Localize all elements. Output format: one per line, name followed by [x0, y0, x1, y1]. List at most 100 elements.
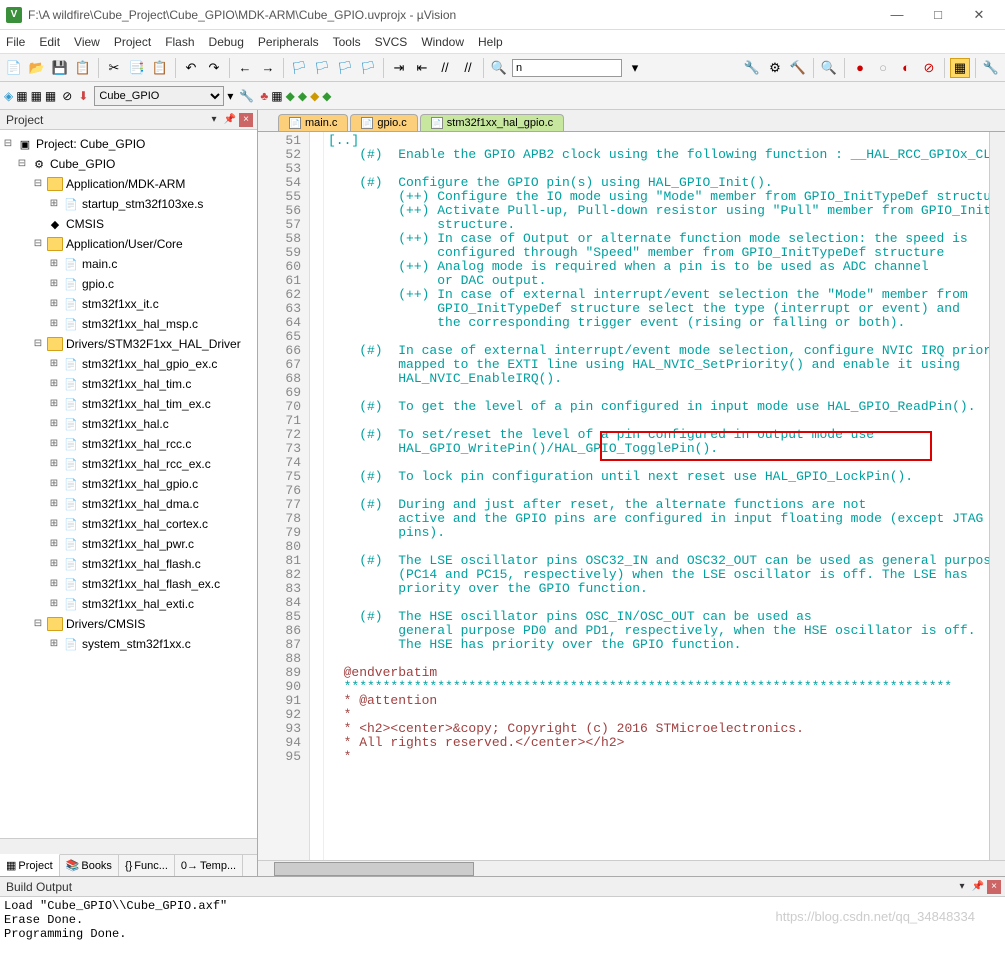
cut-icon[interactable]: ✂	[104, 58, 124, 78]
bp-disable-all-icon[interactable]: ◐	[896, 58, 916, 78]
tree-node[interactable]: ⊞📄stm32f1xx_hal_tim.c	[2, 374, 255, 394]
build-output-body[interactable]: Load "Cube_GPIO\\Cube_GPIO.axf" Erase Do…	[0, 897, 1005, 960]
tree-node[interactable]: ⊞📄main.c	[2, 254, 255, 274]
bp-disable-icon[interactable]: ○	[873, 58, 893, 78]
tree-node[interactable]: ⊞📄stm32f1xx_hal_exti.c	[2, 594, 255, 614]
code-content[interactable]: [..] (#) Enable the GPIO APB2 clock usin…	[324, 132, 1005, 860]
tab-project[interactable]: ▦ Project	[0, 854, 60, 876]
tree-node[interactable]: ⊞📄stm32f1xx_hal_pwr.c	[2, 534, 255, 554]
menu-flash[interactable]: Flash	[165, 35, 194, 49]
pack2-icon[interactable]: ◆	[322, 89, 331, 103]
tab-templates[interactable]: 0→ Temp...	[175, 855, 243, 876]
stop-build-icon[interactable]: ⊘	[62, 89, 72, 103]
target-dropdown-icon[interactable]: ▾	[227, 89, 233, 103]
file-ext-icon[interactable]: ♣	[260, 89, 268, 103]
minimize-button[interactable]: —	[877, 3, 917, 27]
menu-peripherals[interactable]: Peripherals	[258, 35, 319, 49]
tree-node[interactable]: ⊞📄stm32f1xx_hal_rcc_ex.c	[2, 454, 255, 474]
pack-icon[interactable]: ◆	[310, 89, 319, 103]
menu-help[interactable]: Help	[478, 35, 503, 49]
project-tree[interactable]: ⊟▣Project: Cube_GPIO⊟⚙Cube_GPIO ⊟Applicat…	[0, 130, 257, 838]
redo-icon[interactable]: ↷	[204, 58, 224, 78]
new-file-icon[interactable]: 📄	[4, 58, 24, 78]
build-dock-icon[interactable]: 📌	[971, 880, 985, 894]
target-select[interactable]: Cube_GPIO	[94, 86, 224, 106]
undo-icon[interactable]: ↶	[181, 58, 201, 78]
tree-node[interactable]: ⊞📄system_stm32f1xx.c	[2, 634, 255, 654]
menu-file[interactable]: File	[6, 35, 25, 49]
bp-kill-all-icon[interactable]: ⊘	[919, 58, 939, 78]
tree-node[interactable]: ⊟▣Project: Cube_GPIO	[2, 134, 255, 154]
panel-dock-icon[interactable]: 📌	[223, 113, 237, 127]
editor-vscroll[interactable]	[989, 132, 1005, 860]
save-icon[interactable]: 💾	[50, 58, 70, 78]
build-close-icon[interactable]: ×	[987, 880, 1001, 894]
tree-node[interactable]: ⊟⚙Cube_GPIO	[2, 154, 255, 174]
download-icon[interactable]: ⬇	[78, 89, 88, 103]
tree-node[interactable]: ⊞📄stm32f1xx_hal_msp.c	[2, 314, 255, 334]
bookmark-next-icon[interactable]: 🏳	[335, 58, 355, 78]
config2-icon[interactable]: ⚙	[765, 58, 785, 78]
tree-node[interactable]: ⊞📄stm32f1xx_hal_cortex.c	[2, 514, 255, 534]
configure-icon[interactable]: 🔧	[981, 58, 1001, 78]
save-all-icon[interactable]: 📋	[73, 58, 93, 78]
bookmark-prev-icon[interactable]: 🏳	[312, 58, 332, 78]
tree-node[interactable]: ⊞📄stm32f1xx_hal_flash.c	[2, 554, 255, 574]
tree-node[interactable]: ⊞📄gpio.c	[2, 274, 255, 294]
nav-back-icon[interactable]: ←	[235, 58, 255, 78]
code-editor[interactable]: 5152535455565758596061626364656667686970…	[258, 132, 1005, 860]
find-in-files-icon[interactable]: 🔍	[489, 58, 509, 78]
tree-node[interactable]: ⊞📄stm32f1xx_hal_rcc.c	[2, 434, 255, 454]
tab-main-c[interactable]: 📄main.c	[278, 114, 348, 131]
tab-gpio-c[interactable]: 📄gpio.c	[350, 114, 417, 131]
tree-node[interactable]: ⊟Application/User/Core	[2, 234, 255, 254]
tree-node[interactable]: ⊞📄stm32f1xx_hal_tim_ex.c	[2, 394, 255, 414]
debug-icon[interactable]: 🔍	[819, 58, 839, 78]
menu-view[interactable]: View	[74, 35, 100, 49]
comment-icon[interactable]: //	[435, 58, 455, 78]
maximize-button[interactable]: □	[918, 3, 958, 27]
find-dropdown-icon[interactable]: ▾	[625, 58, 645, 78]
tree-node[interactable]: ◆CMSIS	[2, 214, 255, 234]
menu-debug[interactable]: Debug	[209, 35, 244, 49]
project-hscroll[interactable]	[0, 838, 257, 854]
tree-node[interactable]: ⊟Drivers/STM32F1xx_HAL_Driver	[2, 334, 255, 354]
tree-node[interactable]: ⊞📄stm32f1xx_hal_gpio.c	[2, 474, 255, 494]
tree-node[interactable]: ⊟Drivers/CMSIS	[2, 614, 255, 634]
manage3-icon[interactable]: ◆	[298, 89, 307, 103]
config3-icon[interactable]: 🔨	[788, 58, 808, 78]
menu-edit[interactable]: Edit	[39, 35, 60, 49]
tree-node[interactable]: ⊞📄startup_stm32f103xe.s	[2, 194, 255, 214]
open-icon[interactable]: 📂	[27, 58, 47, 78]
tab-functions[interactable]: {} Func...	[119, 855, 175, 876]
batch-build-icon[interactable]: ▦	[45, 89, 56, 103]
fold-column[interactable]	[310, 132, 324, 860]
tab-hal-gpio-c[interactable]: 📄stm32f1xx_hal_gpio.c	[420, 114, 564, 131]
options-icon[interactable]: 🔧	[239, 89, 254, 103]
panel-pin-icon[interactable]: ▾	[207, 113, 221, 127]
menu-svcs[interactable]: SVCS	[375, 35, 408, 49]
menu-project[interactable]: Project	[114, 35, 151, 49]
config-icon[interactable]: 🔧	[742, 58, 762, 78]
tree-node[interactable]: ⊞📄stm32f1xx_hal_flash_ex.c	[2, 574, 255, 594]
menu-window[interactable]: Window	[421, 35, 464, 49]
find-input[interactable]	[512, 59, 622, 77]
outdent-icon[interactable]: ⇤	[412, 58, 432, 78]
panel-close-icon[interactable]: ×	[239, 113, 253, 127]
copy-icon[interactable]: 📑	[127, 58, 147, 78]
uncomment-icon[interactable]: //	[458, 58, 478, 78]
bookmark-clear-icon[interactable]: 🏳	[358, 58, 378, 78]
build-icon[interactable]: ▦	[16, 89, 27, 103]
tree-node[interactable]: ⊞📄stm32f1xx_hal.c	[2, 414, 255, 434]
paste-icon[interactable]: 📋	[150, 58, 170, 78]
close-button[interactable]: ✕	[959, 3, 999, 27]
tree-node[interactable]: ⊞📄stm32f1xx_it.c	[2, 294, 255, 314]
tree-node[interactable]: ⊞📄stm32f1xx_hal_dma.c	[2, 494, 255, 514]
manage2-icon[interactable]: ◆	[286, 89, 295, 103]
bp-insert-icon[interactable]: ●	[850, 58, 870, 78]
menu-tools[interactable]: Tools	[333, 35, 361, 49]
tree-node[interactable]: ⊞📄stm32f1xx_hal_gpio_ex.c	[2, 354, 255, 374]
build-pin-icon[interactable]: ▾	[955, 880, 969, 894]
manage-icon[interactable]: ▦	[271, 89, 282, 103]
editor-hscroll[interactable]	[258, 860, 1005, 876]
